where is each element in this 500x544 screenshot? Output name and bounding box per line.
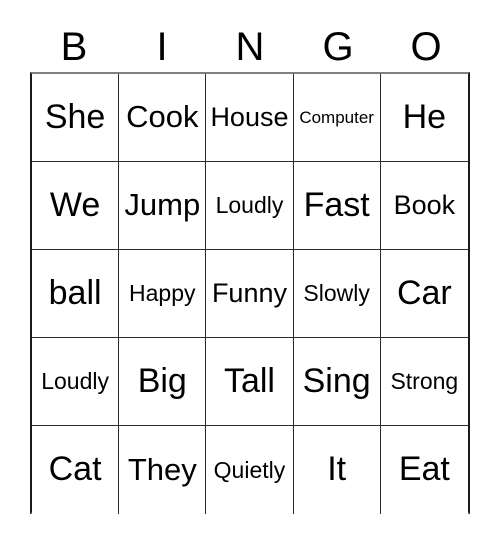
bingo-cell[interactable]: We: [32, 162, 120, 249]
bingo-cell[interactable]: Computer: [293, 74, 381, 161]
bingo-cell-label: Funny: [211, 278, 287, 309]
bingo-cell-label: Loudly: [215, 192, 284, 219]
bingo-grid: She Cook House Computer He We Jump Loudl…: [30, 72, 470, 514]
header-letter-o: O: [410, 25, 442, 69]
bingo-cell-label: Fast: [303, 185, 370, 224]
bingo-cell[interactable]: Fast: [293, 162, 381, 249]
bingo-row: We Jump Loudly Fast Book: [32, 162, 468, 250]
bingo-cell-label: It: [327, 450, 347, 489]
bingo-cell-label: Happy: [129, 280, 196, 307]
bingo-cell[interactable]: They: [119, 426, 207, 514]
bingo-cell-label: Cat: [48, 450, 102, 489]
bingo-cell[interactable]: Funny: [206, 250, 294, 337]
bingo-cell-label: Quietly: [213, 456, 286, 483]
header-letter-g: G: [322, 25, 354, 69]
bingo-cell[interactable]: Tall: [206, 338, 294, 425]
header-letter-n: N: [235, 25, 265, 69]
bingo-cell[interactable]: Loudly: [206, 162, 294, 249]
bingo-cell[interactable]: House: [206, 74, 294, 161]
bingo-cell[interactable]: She: [32, 74, 120, 161]
bingo-cell[interactable]: Cat: [32, 426, 120, 514]
bingo-cell-label: Book: [393, 190, 456, 221]
header-letter-b: B: [60, 25, 88, 69]
bingo-header-row: B I N G O: [30, 22, 470, 72]
bingo-cell[interactable]: Loudly: [32, 338, 120, 425]
bingo-row: Cat They Quietly It Eat: [32, 426, 468, 514]
bingo-row: She Cook House Computer He: [32, 74, 468, 162]
bingo-card: B I N G O She Cook House Computer He We …: [0, 0, 500, 544]
bingo-cell[interactable]: He: [380, 74, 468, 161]
header-letter-i: I: [156, 25, 168, 69]
bingo-cell-label: Sing: [302, 361, 371, 400]
bingo-cell[interactable]: Big: [119, 338, 207, 425]
bingo-cell-label: Tall: [223, 361, 275, 400]
bingo-cell-label: Loudly: [41, 368, 109, 395]
bingo-cell-label: She: [44, 97, 106, 136]
bingo-cell-label: Big: [137, 361, 187, 400]
bingo-cell[interactable]: Jump: [119, 162, 207, 249]
bingo-cell[interactable]: Car: [380, 250, 468, 337]
bingo-cell[interactable]: Quietly: [206, 426, 294, 514]
bingo-cell-label: We: [49, 185, 101, 224]
bingo-cell-label: Cook: [126, 99, 199, 135]
bingo-cell-label: House: [210, 102, 289, 133]
bingo-cell[interactable]: Strong: [380, 338, 468, 425]
bingo-cell-label: He: [402, 97, 447, 136]
bingo-cell-label: Computer: [299, 107, 374, 127]
bingo-cell[interactable]: Eat: [380, 426, 468, 514]
bingo-cell-label: Strong: [390, 368, 459, 395]
bingo-cell-label: Car: [396, 273, 452, 312]
bingo-cell[interactable]: It: [293, 426, 381, 514]
bingo-cell-label: Eat: [398, 450, 450, 489]
bingo-cell[interactable]: Cook: [119, 74, 207, 161]
bingo-row: Loudly Big Tall Sing Strong: [32, 338, 468, 426]
bingo-cell[interactable]: Happy: [119, 250, 207, 337]
bingo-cell[interactable]: Book: [380, 162, 468, 249]
bingo-cell[interactable]: Slowly: [293, 250, 381, 337]
bingo-cell-label: Slowly: [303, 280, 370, 307]
bingo-cell[interactable]: Sing: [293, 338, 381, 425]
bingo-row: ball Happy Funny Slowly Car: [32, 250, 468, 338]
bingo-cell[interactable]: ball: [32, 250, 120, 337]
bingo-cell-label: Jump: [124, 187, 201, 223]
bingo-cell-label: ball: [48, 273, 102, 312]
bingo-cell-label: They: [127, 451, 197, 487]
